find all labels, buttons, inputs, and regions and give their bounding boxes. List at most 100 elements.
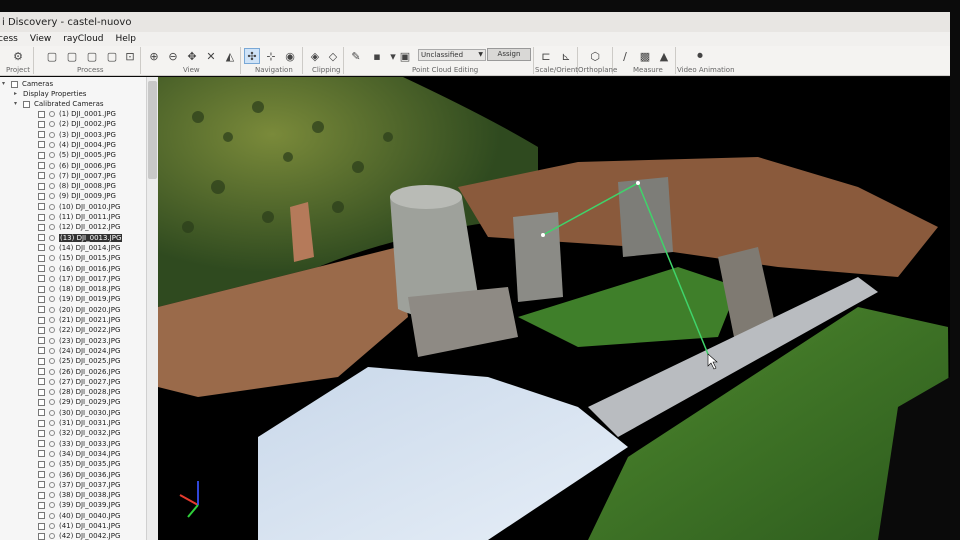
checkbox[interactable] (38, 471, 45, 478)
camera-image-item[interactable]: (27) DJI_0027.JPG (38, 377, 120, 387)
video-camera-icon[interactable]: ⏺ (692, 48, 708, 64)
zoom-selection-icon[interactable]: ✕ (203, 48, 219, 64)
orthoplane-cube-icon[interactable]: ⬡ (587, 48, 603, 64)
camera-image-item[interactable]: (19) DJI_0019.JPG (38, 294, 120, 304)
tree-item-cameras[interactable]: ▾ Cameras (2, 79, 53, 89)
camera-image-item[interactable]: (9) DJI_0009.JPG (38, 191, 116, 201)
checkbox[interactable] (38, 398, 45, 406)
checkbox[interactable] (38, 265, 45, 272)
assign-button[interactable]: Assign (487, 48, 531, 61)
checkbox[interactable] (38, 131, 45, 139)
camera-image-item[interactable]: (15) DJI_0015.JPG (38, 253, 120, 263)
camera-image-item[interactable]: (12) DJI_0012.JPG (38, 222, 120, 232)
zoom-in-icon[interactable]: ⊕ (146, 48, 162, 64)
checkbox[interactable] (38, 450, 45, 458)
camera-image-item[interactable]: (36) DJI_0036.JPG (38, 470, 120, 480)
menu-process[interactable]: cess (0, 34, 18, 44)
checkbox[interactable] (38, 182, 45, 190)
camera-image-item[interactable]: (2) DJI_0002.JPG (38, 119, 116, 129)
checkbox[interactable] (38, 192, 45, 200)
camera-image-item[interactable]: (37) DJI_0037.JPG (38, 480, 120, 490)
camera-image-item[interactable]: (7) DJI_0007.JPG (38, 171, 116, 181)
checkbox[interactable] (11, 80, 18, 88)
camera-image-item[interactable]: (23) DJI_0023.JPG (38, 336, 120, 346)
camera-image-item[interactable]: (14) DJI_0014.JPG (38, 243, 120, 253)
checkbox[interactable] (38, 110, 45, 118)
checkbox[interactable] (38, 460, 45, 468)
camera-image-item[interactable]: (34) DJI_0034.JPG (38, 449, 120, 459)
checkbox[interactable] (38, 388, 45, 396)
checkbox[interactable] (38, 203, 45, 211)
camera-image-item[interactable]: (18) DJI_0018.JPG (38, 284, 120, 294)
project-options-icon[interactable]: ⚙ (10, 48, 26, 64)
measure-area-icon[interactable]: ▩ (637, 48, 653, 64)
checkbox[interactable] (38, 141, 45, 149)
checkbox[interactable] (38, 491, 45, 499)
checkbox[interactable] (38, 481, 45, 489)
zoom-out-icon[interactable]: ⊖ (165, 48, 181, 64)
checkbox[interactable] (38, 409, 45, 417)
clipping-box-icon[interactable]: ◈ (307, 48, 323, 64)
checkbox[interactable] (38, 151, 45, 159)
edit-select-icon[interactable]: ▪ (369, 48, 385, 64)
camera-image-item[interactable]: (11) DJI_0011.JPG (38, 212, 120, 222)
orient-axis-icon[interactable]: ⊾ (558, 48, 574, 64)
checkbox[interactable] (38, 326, 45, 334)
rayCloud-3d-viewport[interactable] (158, 77, 950, 540)
measure-vertex[interactable] (636, 181, 640, 185)
process-run-icon[interactable]: ▢ (104, 48, 120, 64)
camera-image-item[interactable]: (10) DJI_0010.JPG (38, 202, 120, 212)
camera-image-item[interactable]: (16) DJI_0016.JPG (38, 264, 120, 274)
checkbox[interactable] (38, 347, 45, 355)
process-step3-icon[interactable]: ▢ (84, 48, 100, 64)
checkbox[interactable] (38, 120, 45, 128)
camera-image-item[interactable]: (21) DJI_0021.JPG (38, 315, 120, 325)
camera-image-item[interactable]: (29) DJI_0029.JPG (38, 397, 120, 407)
camera-image-item[interactable]: (42) DJI_0042.JPG (38, 531, 120, 540)
panel-scrollbar[interactable] (146, 77, 158, 540)
navigation-trackball-icon[interactable]: ✣ (244, 48, 260, 64)
checkbox[interactable] (38, 522, 45, 530)
camera-image-item[interactable]: (39) DJI_0039.JPG (38, 500, 120, 510)
camera-image-item[interactable]: (8) DJI_0008.JPG (38, 181, 116, 191)
measure-vertex[interactable] (541, 233, 545, 237)
checkbox[interactable] (38, 532, 45, 540)
edit-pen-icon[interactable]: ✎ (348, 48, 364, 64)
camera-image-item[interactable]: (31) DJI_0031.JPG (38, 418, 120, 428)
camera-image-item[interactable]: (17) DJI_0017.JPG (38, 274, 120, 284)
camera-image-item[interactable]: (40) DJI_0040.JPG (38, 511, 120, 521)
process-step2-icon[interactable]: ▢ (64, 48, 80, 64)
classification-dropdown[interactable]: Unclassified ▼ (418, 49, 486, 61)
expand-icon[interactable]: ▾ (14, 101, 20, 107)
camera-image-item[interactable]: (30) DJI_0030.JPG (38, 408, 120, 418)
expand-icon[interactable]: ▾ (2, 81, 8, 87)
checkbox[interactable] (38, 213, 45, 221)
camera-image-item[interactable]: (22) DJI_0022.JPG (38, 325, 120, 335)
camera-image-item[interactable]: (26) DJI_0026.JPG (38, 367, 120, 377)
navigation-firstperson-icon[interactable]: ⊹ (263, 48, 279, 64)
checkbox[interactable] (38, 368, 45, 375)
menu-help[interactable]: Help (115, 34, 136, 44)
process-lock-icon[interactable]: ⊡ (122, 48, 138, 64)
tree-item-display-properties[interactable]: ▸ Display Properties (14, 89, 86, 99)
menu-view[interactable]: View (30, 34, 51, 44)
scrollbar-thumb[interactable] (148, 81, 157, 179)
camera-image-item[interactable]: (38) DJI_0038.JPG (38, 490, 120, 500)
checkbox[interactable] (38, 295, 45, 303)
camera-image-item[interactable]: (35) DJI_0035.JPG (38, 459, 120, 469)
navigation-view-icon[interactable]: ◉ (282, 48, 298, 64)
class-color-icon[interactable]: ▣ (397, 48, 413, 64)
camera-image-item[interactable]: (4) DJI_0004.JPG (38, 140, 116, 150)
checkbox[interactable] (23, 100, 30, 108)
view-arrow-icon[interactable]: ◭ (222, 48, 238, 64)
process-step1-icon[interactable]: ▢ (44, 48, 60, 64)
camera-image-item[interactable]: (25) DJI_0025.JPG (38, 356, 120, 366)
camera-image-item[interactable]: (3) DJI_0003.JPG (38, 130, 116, 140)
checkbox[interactable] (38, 306, 45, 314)
camera-image-item[interactable]: (5) DJI_0005.JPG (38, 150, 116, 160)
camera-image-item[interactable]: (33) DJI_0033.JPG (38, 439, 120, 449)
checkbox[interactable] (38, 223, 45, 231)
expand-icon[interactable]: ▸ (14, 91, 20, 97)
checkbox[interactable] (38, 337, 45, 345)
checkbox[interactable] (38, 162, 45, 169)
